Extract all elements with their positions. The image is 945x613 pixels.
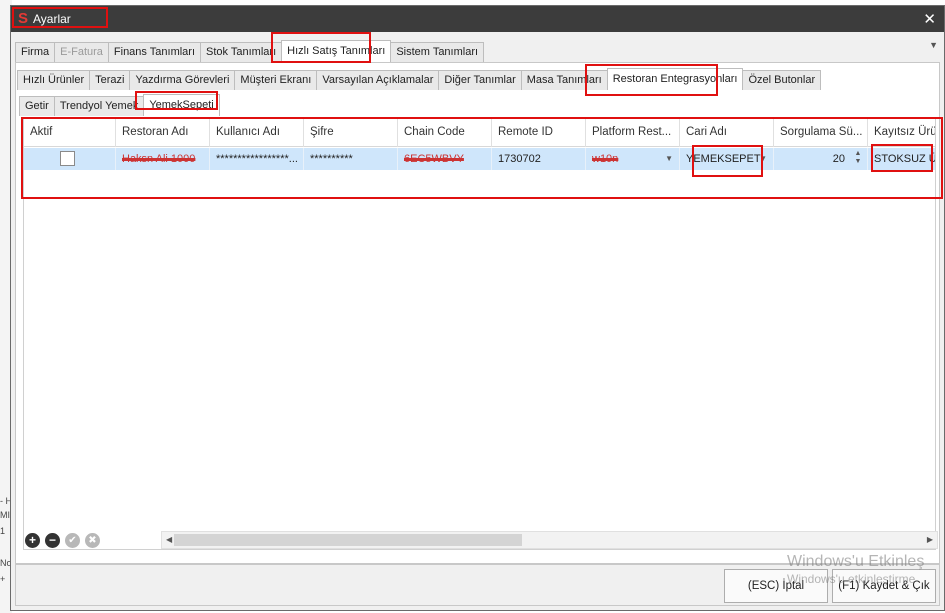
background-text: MI [0,510,10,520]
tab-hizli-satis-tanimlari[interactable]: Hızlı Satış Tanımları [281,40,392,62]
background-text: 1 [0,526,6,536]
column-header-cari-adi[interactable]: Cari Adı [680,119,774,147]
column-header-remote-id[interactable]: Remote ID [492,119,586,147]
add-icon[interactable]: + [25,533,40,548]
cell-platform-restaurant[interactable]: w10n ▼ [586,148,680,170]
cell-password[interactable]: ********** [304,148,398,170]
column-header-sorgulama-suresi[interactable]: Sorgulama Sü... [774,119,868,147]
tab-finans-tanimlari[interactable]: Finans Tanımları [107,42,202,62]
cell-query-interval[interactable]: 20 ▲ ▼ [774,148,868,170]
scroll-left-icon[interactable]: ◀ [166,535,172,544]
platform-restaurant-value: w10n [592,153,619,165]
cell-remote-id[interactable]: 1730702 [492,148,586,170]
tab-ozel-butonlar[interactable]: Özel Butonlar [742,70,822,90]
tab-e-fatura[interactable]: E-Fatura [54,42,109,62]
title-bar: S Ayarlar ✕ [11,6,944,32]
cell-username[interactable]: *****************... [210,148,304,170]
horizontal-scrollbar[interactable]: ◀ ▶ [161,531,938,549]
main-tabs: Firma E-Fatura Finans Tanımları Stok Tan… [15,40,485,62]
tab-sistem-tanimlari[interactable]: Sistem Tanımları [390,42,485,62]
tab-terazi[interactable]: Terazi [89,70,131,90]
tab-musteri-ekrani[interactable]: Müşteri Ekranı [234,70,318,90]
tab-trendyol-yemek[interactable]: Trendyol Yemek [53,96,145,116]
cell-aktif [24,148,116,170]
chevron-down-icon[interactable]: ▼ [665,148,673,170]
cancel-button[interactable]: (ESC) İptal [724,569,828,603]
tab-yemeksepeti[interactable]: YemekSepeti [143,94,220,116]
tab-hizli-urunler[interactable]: Hızlı Ürünler [17,70,91,90]
save-and-exit-button[interactable]: (F1) Kaydet & Çık [832,569,936,603]
scroll-right-icon[interactable]: ▶ [927,535,933,544]
tab-getir[interactable]: Getir [19,96,55,116]
window-title: Ayarlar [33,12,71,26]
cell-chain-code[interactable]: 6EC5WBVY [398,148,492,170]
query-interval-value: 20 [832,153,845,165]
chevron-down-icon[interactable]: ▼ [929,40,938,50]
cell-unregistered-product[interactable]: STOKSUZ ÜR [868,148,935,170]
scrollbar-thumb[interactable] [174,534,522,546]
column-header-chain-code[interactable]: Chain Code [398,119,492,147]
cell-cari-adi[interactable]: YEMEKSEPETİ ▼ [680,148,774,170]
tab-yazdirma-gorevleri[interactable]: Yazdırma Görevleri [129,70,236,90]
column-header-platform-restaurant[interactable]: Platform Rest... [586,119,680,147]
column-header-restoran-adi[interactable]: Restoran Adı [116,119,210,147]
grid-toolbar: + − ✔ ✖ [25,533,100,549]
tab-masa-tanimlari[interactable]: Masa Tanımları [520,70,608,90]
tab-diger-tanimlar[interactable]: Diğer Tanımlar [438,70,522,90]
settings-window: S Ayarlar ✕ Firma E-Fatura Finans Tanıml… [10,5,945,611]
table-row[interactable]: Haksn Ali 1000 *****************... ****… [24,148,935,170]
tab-firma[interactable]: Firma [15,42,56,62]
sub-tabs: Hızlı Ürünler Terazi Yazdırma Görevleri … [17,68,822,90]
cari-adi-value: YEMEKSEPETİ [686,153,764,165]
app-logo-icon: S [17,10,28,27]
column-header-aktif[interactable]: Aktif [24,119,116,147]
cancel-icon[interactable]: ✖ [85,533,100,548]
footer-bar: (ESC) İptal (F1) Kaydet & Çık [15,564,940,606]
active-checkbox[interactable] [60,151,75,166]
tab-restoran-entegrasyonlari[interactable]: Restoran Entegrasyonları [606,68,744,90]
tab-varsayilan-aciklamalar[interactable]: Varsayılan Açıklamalar [316,70,440,90]
column-header-kullanici-adi[interactable]: Kullanıcı Adı [210,119,304,147]
grid-header: Aktif Restoran Adı Kullanıcı Adı Şifre C… [24,119,935,147]
confirm-icon[interactable]: ✔ [65,533,80,548]
integration-tabs: Getir Trendyol Yemek YemekSepeti [19,94,220,116]
remove-icon[interactable]: − [45,533,60,548]
spinner-arrows-icon[interactable]: ▲ ▼ [853,150,863,168]
chevron-down-icon[interactable]: ▼ [759,148,767,170]
cell-restaurant-name[interactable]: Haksn Ali 1000 [116,148,210,170]
integration-grid: Aktif Restoran Adı Kullanıcı Adı Şifre C… [23,118,936,550]
background-text: + [0,574,6,584]
close-icon[interactable]: ✕ [923,10,936,28]
column-header-sifre[interactable]: Şifre [304,119,398,147]
tab-stok-tanimlari[interactable]: Stok Tanımları [200,42,283,62]
column-header-kayitsiz-urun[interactable]: Kayıtsız Ürü [868,119,935,147]
